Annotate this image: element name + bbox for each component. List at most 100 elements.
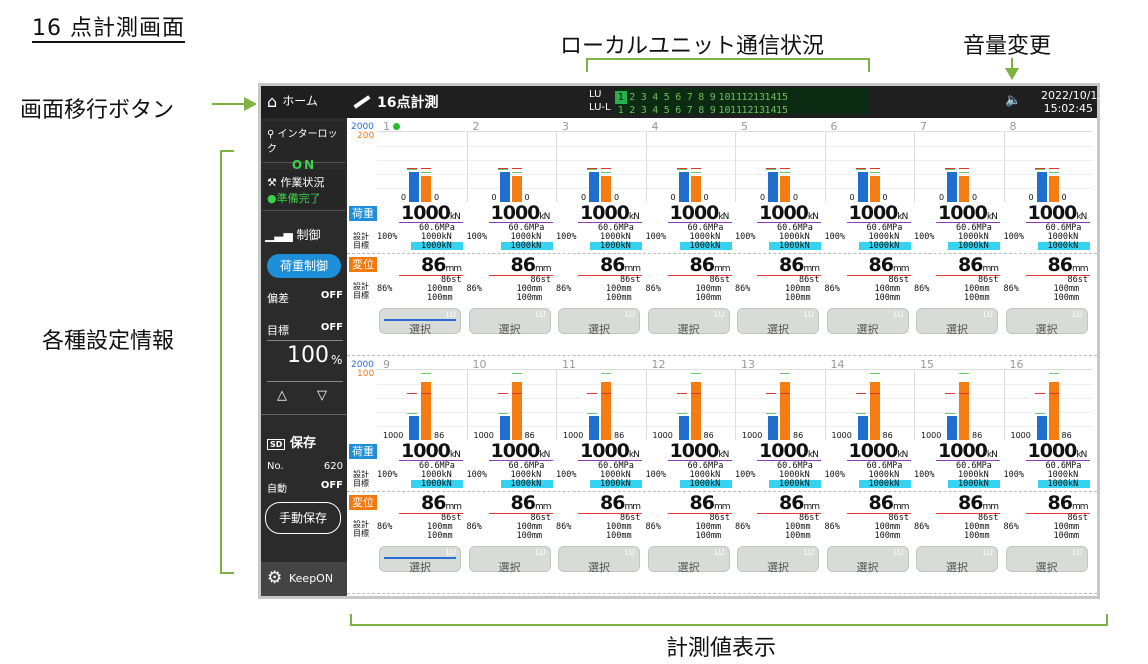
keep-on-button[interactable]: ⚙ KeepON — [261, 562, 347, 596]
volume-button[interactable]: 🔈 — [1005, 93, 1021, 108]
grid-line — [646, 160, 735, 161]
bar-right-value: 86 — [1061, 431, 1072, 440]
load-target: 1000kN — [510, 241, 542, 251]
bar-chart: 00 — [556, 131, 645, 202]
select-button[interactable]: LU 選択 — [916, 308, 998, 336]
bar-left-value: 1000 — [831, 431, 852, 440]
select-button[interactable]: LU 選択 — [737, 546, 819, 574]
displacement-unit: mm — [892, 502, 910, 512]
displacement-value: 86mm — [421, 492, 462, 514]
select-button[interactable]: LU 選択 — [737, 308, 819, 336]
measure-column-4: 4 0 0 1000kN 60.6MPa 100% 1000kN 1000kN 86mm 86st… — [645, 120, 736, 356]
manual-save-button[interactable]: 手動保存 — [265, 502, 341, 534]
load-value: 1000kN — [670, 202, 730, 224]
bar-right-value: 0 — [614, 193, 620, 202]
select-button[interactable]: LU 選択 — [826, 546, 909, 574]
home-button[interactable]: ⌂ ホーム — [267, 92, 345, 112]
limit-mark — [511, 172, 522, 173]
gear-icon: ⚙ — [267, 568, 283, 588]
load-bar — [1036, 172, 1047, 202]
lu-label: LU — [1072, 548, 1083, 557]
load-value: 1000kN — [938, 440, 998, 462]
key-icon: ⚲ — [267, 129, 275, 140]
lul-cell-11: 11 — [730, 105, 743, 116]
limit-mark — [945, 413, 955, 414]
grid-line — [467, 160, 556, 161]
target-mark — [690, 393, 701, 394]
deviation-row[interactable]: 偏差 OFF — [267, 290, 343, 306]
bar-right-value: 86 — [703, 431, 714, 440]
displacement-bar — [780, 176, 790, 202]
load-percent: 100% — [466, 470, 487, 480]
displacement-bar — [1048, 382, 1059, 440]
auto-save-row[interactable]: 自動 OFF — [267, 480, 343, 495]
load-number: 1000 — [848, 440, 899, 462]
load-target: 1000kN — [779, 479, 810, 489]
displacement-target: 100mm — [1053, 531, 1080, 541]
load-control-button[interactable]: 荷重制御 — [267, 254, 341, 278]
interlock-box[interactable]: ⚲ インターロック ON — [263, 122, 345, 172]
select-button[interactable]: LU 選択 — [468, 308, 551, 336]
measure-column-2: 2 0 0 1000kN 60.6MPa 100% 1000kN 1000kN 86mm 86st… — [466, 120, 557, 356]
select-button[interactable]: LU 選択 — [379, 308, 461, 336]
target-row[interactable]: 目標 OFF — [267, 322, 343, 338]
load-unit: kN — [718, 450, 729, 460]
select-button[interactable]: LU 選択 — [916, 546, 998, 574]
load-number: 1000 — [938, 440, 988, 462]
select-button[interactable]: LU 選択 — [558, 546, 640, 574]
bar-chart: 1000 86 — [377, 369, 465, 440]
load-value: 1000kN — [848, 440, 909, 462]
bar-chart: 1000 86 — [735, 369, 824, 440]
select-button[interactable]: LU 選択 — [558, 308, 640, 336]
work-status-box[interactable]: ⚒ 作業状況 ●準備完了 — [263, 170, 345, 211]
bar-right-value: 86 — [882, 431, 893, 440]
select-button[interactable]: LU 選択 — [647, 546, 730, 574]
lul-cell-9: 9 — [709, 105, 716, 116]
lul-cell-10: 10 — [718, 105, 731, 116]
select-button[interactable]: LU 選択 — [379, 546, 461, 574]
down-arrow-button[interactable]: ▽ — [317, 388, 327, 403]
displacement-number: 86 — [600, 492, 625, 514]
load-unit: kN — [807, 212, 819, 222]
select-label: 選択 — [767, 561, 789, 574]
load-percent: 100% — [735, 232, 756, 242]
limit-mark — [601, 172, 611, 173]
displacement-target: 100mm — [606, 293, 632, 303]
measure-row: 2000 200 荷重 変位 設計 目標 設計 目標 1 0 0 1000kN 60.6MPa 100… — [347, 120, 1097, 356]
lu-label: LU — [1072, 310, 1083, 319]
displacement-unit: mm — [534, 502, 552, 512]
select-button[interactable]: LU 選択 — [1005, 308, 1088, 336]
displacement-bar — [690, 382, 701, 440]
active-indicator — [393, 123, 400, 130]
displacement-target: 100mm — [695, 293, 722, 303]
up-arrow-button[interactable]: △ — [277, 388, 287, 403]
lul-cell-6: 6 — [675, 105, 682, 116]
select-button[interactable]: LU 選択 — [1005, 546, 1088, 574]
load-target: 1000kN — [600, 479, 631, 489]
select-button[interactable]: LU 選択 — [647, 308, 730, 336]
lul-cell-12: 12 — [741, 105, 754, 116]
displacement-tag: 変位 — [349, 257, 377, 272]
select-button[interactable]: LU 選択 — [826, 308, 909, 336]
displacement-number: 86 — [779, 254, 804, 276]
displacement-value: 86mm — [690, 492, 731, 514]
load-bar — [857, 172, 868, 202]
select-label: 選択 — [767, 323, 789, 336]
bar-left-value: 0 — [581, 193, 587, 202]
load-percent: 100% — [377, 232, 398, 242]
load-value: 1000kN — [580, 202, 640, 224]
displacement-percent: 86% — [824, 522, 840, 532]
displacement-number: 86 — [868, 492, 894, 514]
displacement-value: 86mm — [779, 492, 820, 514]
page-heading: 16 点計測画面 — [32, 16, 185, 41]
bar-left-value: 1000 — [383, 431, 404, 440]
load-unit: kN — [1076, 450, 1087, 460]
grid-line — [646, 146, 735, 147]
load-target: 1000kN — [421, 241, 452, 251]
bar-chart: 00 — [824, 131, 914, 202]
grid-line — [736, 160, 824, 161]
target-mark — [421, 168, 431, 169]
bar-left-value: 0 — [401, 193, 407, 202]
select-button[interactable]: LU 選択 — [468, 546, 551, 574]
displacement-unit: mm — [445, 502, 462, 512]
